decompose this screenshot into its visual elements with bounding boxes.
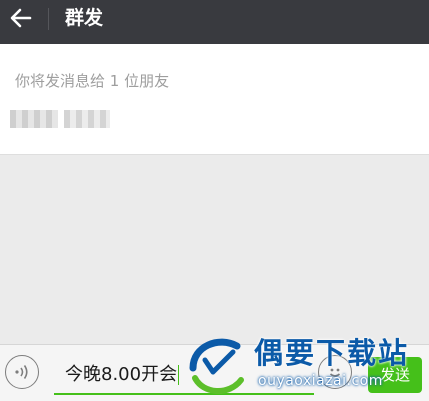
message-text: 今晚8.00开会: [65, 364, 178, 385]
title-bar: 群发: [0, 0, 429, 44]
message-composer: 今晚8.00开会 发送: [0, 344, 429, 401]
blurred-recipient-name: [64, 110, 110, 128]
emoji-icon: [329, 368, 341, 377]
recipient-count-hint: 你将发消息给 1 位朋友: [15, 72, 170, 90]
text-cursor: [178, 365, 180, 385]
emoji-button[interactable]: [318, 355, 352, 389]
title-divider: [48, 8, 49, 30]
arrow-left-icon: [10, 8, 32, 28]
blurred-recipient-name: [10, 110, 58, 128]
back-button[interactable]: [6, 4, 36, 32]
recipients-panel: 你将发消息给 1 位朋友: [0, 44, 429, 155]
voice-icon: [15, 365, 28, 379]
page-title: 群发: [65, 7, 104, 29]
voice-button[interactable]: [5, 355, 39, 389]
send-button[interactable]: 发送: [368, 357, 422, 393]
message-input[interactable]: 今晚8.00开会: [54, 353, 314, 395]
